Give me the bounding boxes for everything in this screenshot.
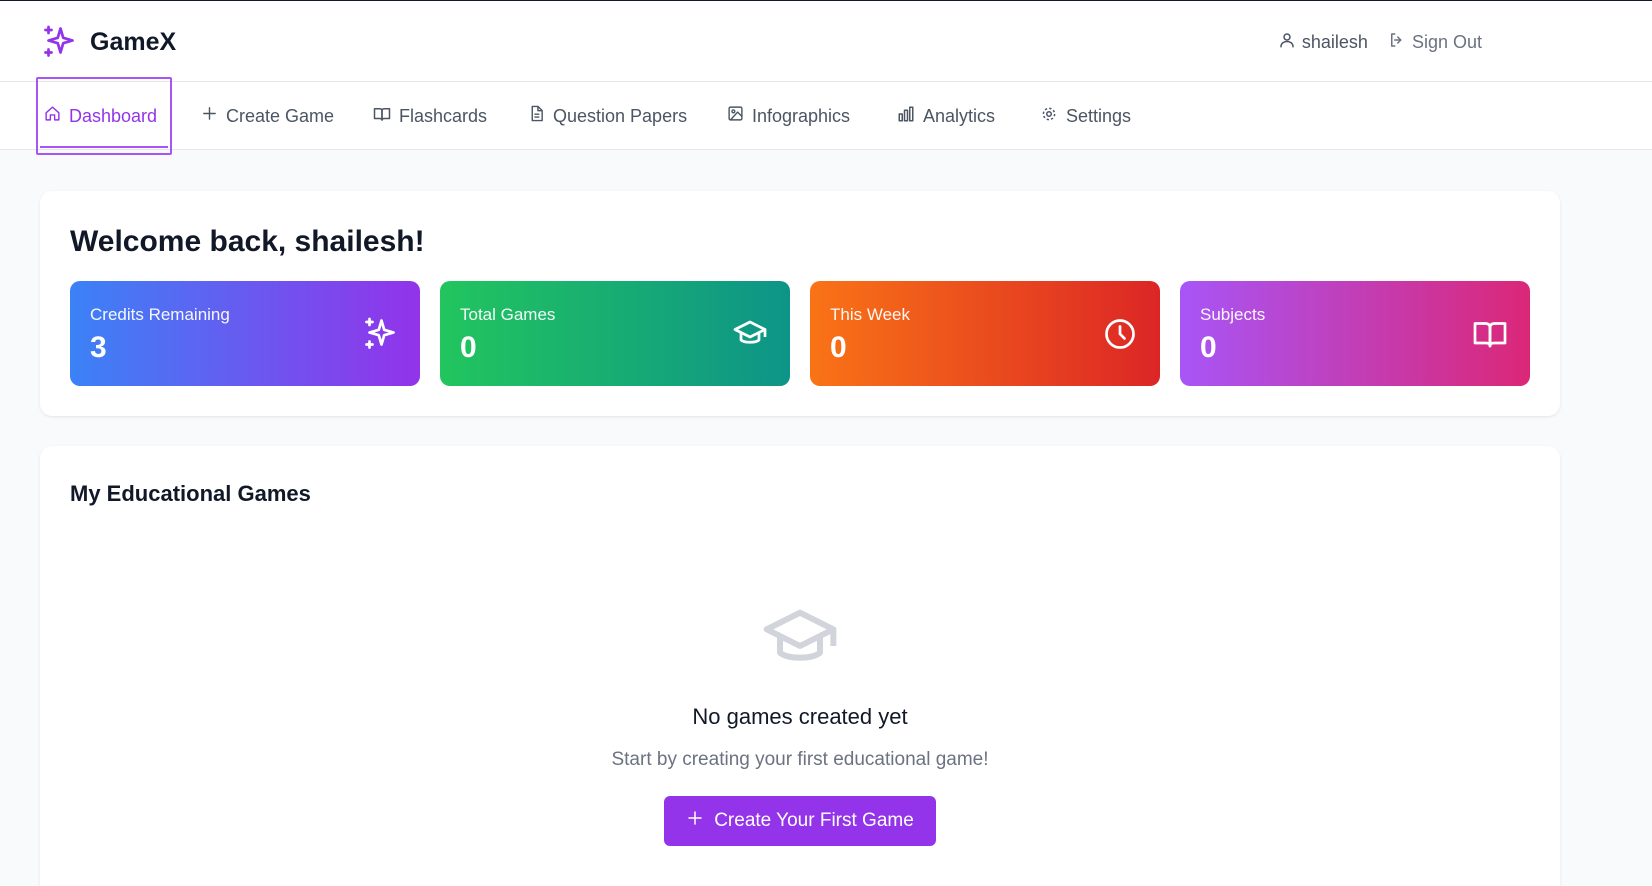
welcome-card: Welcome back, shailesh! Credits Remainin… [40, 191, 1560, 416]
top-header: GameX shailesh Sign Out [0, 0, 1652, 82]
gear-icon [1040, 105, 1058, 128]
stat-card-this-week: This Week 0 [810, 281, 1160, 386]
image-icon [727, 105, 744, 127]
stat-label: This Week [830, 305, 910, 324]
tab-label: Question Papers [553, 105, 688, 126]
sparkles-icon [360, 314, 400, 354]
plus-icon [201, 105, 218, 127]
graduation-cap-icon [730, 314, 770, 354]
book-icon [373, 105, 391, 128]
stat-value: 0 [1200, 331, 1217, 364]
tab-label: Dashboard [69, 105, 158, 126]
sparkles-icon [40, 23, 78, 61]
create-first-game-button[interactable]: Create Your First Game [664, 796, 936, 846]
stat-value: 0 [460, 331, 477, 364]
username-label: shailesh [1301, 32, 1368, 52]
tab-settings[interactable]: Settings [1040, 82, 1131, 150]
user-profile-link[interactable]: shailesh [1278, 31, 1368, 54]
stat-label: Subjects [1200, 305, 1266, 324]
tab-label: Analytics [923, 105, 996, 126]
sign-out-label: Sign Out [1411, 32, 1482, 52]
active-tab-indicator [40, 146, 168, 148]
welcome-title: Welcome back, shailesh! [70, 225, 425, 258]
home-icon [44, 105, 61, 127]
tab-create-game[interactable]: Create Game [201, 82, 334, 150]
tab-dashboard[interactable]: Dashboard [36, 77, 172, 155]
tab-question-papers[interactable]: Question Papers [528, 82, 687, 150]
bar-chart-icon [897, 105, 915, 128]
main-nav: Dashboard Create Game Flashcards Questio… [0, 77, 1652, 155]
empty-state-subtitle: Start by creating your first educational… [611, 749, 989, 770]
section-title: My Educational Games [70, 481, 311, 506]
tab-flashcards[interactable]: Flashcards [373, 82, 487, 150]
stat-value: 0 [830, 331, 847, 364]
graduation-cap-icon [760, 606, 840, 676]
sign-out-button[interactable]: Sign Out [1388, 31, 1482, 54]
tab-label: Infographics [752, 105, 851, 126]
sign-out-icon [1388, 31, 1406, 54]
stat-card-total-games: Total Games 0 [440, 281, 790, 386]
tab-label: Flashcards [399, 105, 488, 126]
clock-icon [1100, 314, 1140, 354]
my-games-card: My Educational Games No games created ye… [40, 446, 1560, 886]
button-label: Create Your First Game [714, 810, 914, 831]
tab-label: Settings [1066, 105, 1132, 126]
brand-name: GameX [90, 27, 177, 56]
document-icon [528, 105, 545, 127]
book-open-icon [1470, 314, 1510, 354]
user-icon [1278, 31, 1296, 54]
stat-card-subjects: Subjects 0 [1180, 281, 1530, 386]
brand-logo[interactable]: GameX [40, 23, 176, 61]
user-area: shailesh Sign Out [1278, 31, 1482, 54]
empty-state-title: No games created yet [692, 704, 908, 729]
stat-label: Total Games [460, 305, 556, 324]
tab-label: Create Game [226, 105, 335, 126]
tab-analytics[interactable]: Analytics [897, 82, 995, 150]
tab-infographics[interactable]: Infographics [727, 82, 850, 150]
stat-card-credits: Credits Remaining 3 [70, 281, 420, 386]
stat-value: 3 [90, 331, 107, 364]
stat-label: Credits Remaining [90, 305, 230, 324]
plus-icon [686, 809, 704, 833]
